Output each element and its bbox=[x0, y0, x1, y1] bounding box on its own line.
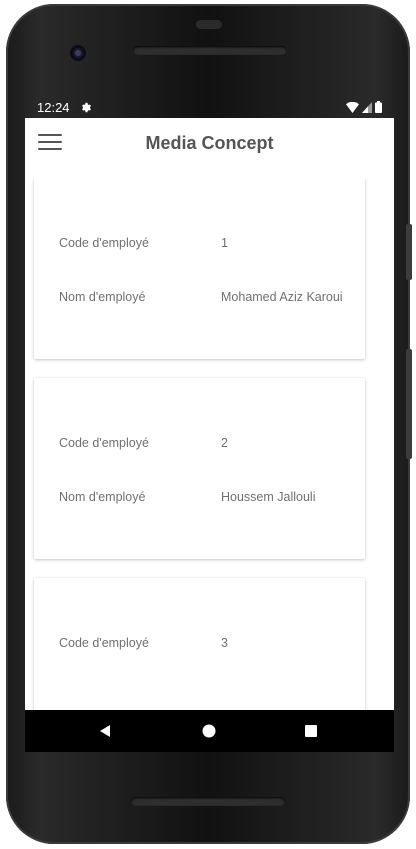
employee-code-row: Code d'employé 3 bbox=[59, 636, 228, 650]
status-indicators bbox=[346, 101, 382, 113]
system-nav-bar bbox=[25, 710, 394, 752]
employee-code-label: Code d'employé bbox=[59, 636, 149, 650]
power-button bbox=[406, 224, 412, 280]
employee-card[interactable]: Code d'employé 1 Nom d'employé Mohamed A… bbox=[34, 178, 365, 359]
front-camera bbox=[70, 45, 86, 61]
employee-code-row: Code d'employé 2 bbox=[59, 436, 228, 450]
app-screen: Media Concept Code d'employé 1 Nom d'emp… bbox=[25, 118, 394, 710]
cell-signal-icon bbox=[362, 102, 372, 113]
phone-sensor bbox=[196, 20, 222, 29]
employee-name-value: Houssem Jallouli bbox=[221, 490, 316, 504]
status-bar: 12:24 bbox=[25, 96, 394, 118]
settings-gear-icon bbox=[82, 102, 91, 113]
employee-card[interactable]: Code d'employé 2 Nom d'employé Houssem J… bbox=[34, 378, 365, 559]
employee-code-row: Code d'employé 1 bbox=[59, 236, 228, 250]
bottom-speaker-grille bbox=[131, 797, 285, 806]
status-time: 12:24 bbox=[37, 100, 70, 115]
recents-square-icon[interactable] bbox=[303, 723, 319, 739]
employee-name-label: Nom d'employé bbox=[59, 290, 146, 304]
battery-icon bbox=[375, 101, 382, 113]
employee-list[interactable]: Code d'employé 1 Nom d'employé Mohamed A… bbox=[25, 178, 394, 710]
employee-card[interactable]: Code d'employé 3 bbox=[34, 578, 365, 710]
wifi-icon bbox=[346, 102, 359, 113]
back-triangle-icon[interactable] bbox=[97, 723, 113, 739]
employee-name-label: Nom d'employé bbox=[59, 490, 146, 504]
employee-code-value: 2 bbox=[221, 436, 228, 450]
employee-name-row: Nom d'employé Mohamed Aziz Karoui bbox=[59, 290, 343, 304]
employee-name-row: Nom d'employé Houssem Jallouli bbox=[59, 490, 315, 504]
top-speaker-grille bbox=[133, 46, 287, 55]
app-title: Media Concept bbox=[145, 133, 274, 153]
employee-name-value: Mohamed Aziz Karoui bbox=[221, 290, 343, 304]
employee-code-label: Code d'employé bbox=[59, 436, 149, 450]
app-bar: Media Concept bbox=[25, 118, 394, 172]
employee-code-label: Code d'employé bbox=[59, 236, 149, 250]
home-circle-icon[interactable] bbox=[201, 723, 217, 739]
employee-code-value: 3 bbox=[221, 636, 228, 650]
volume-button bbox=[406, 349, 412, 459]
employee-code-value: 1 bbox=[221, 236, 228, 250]
